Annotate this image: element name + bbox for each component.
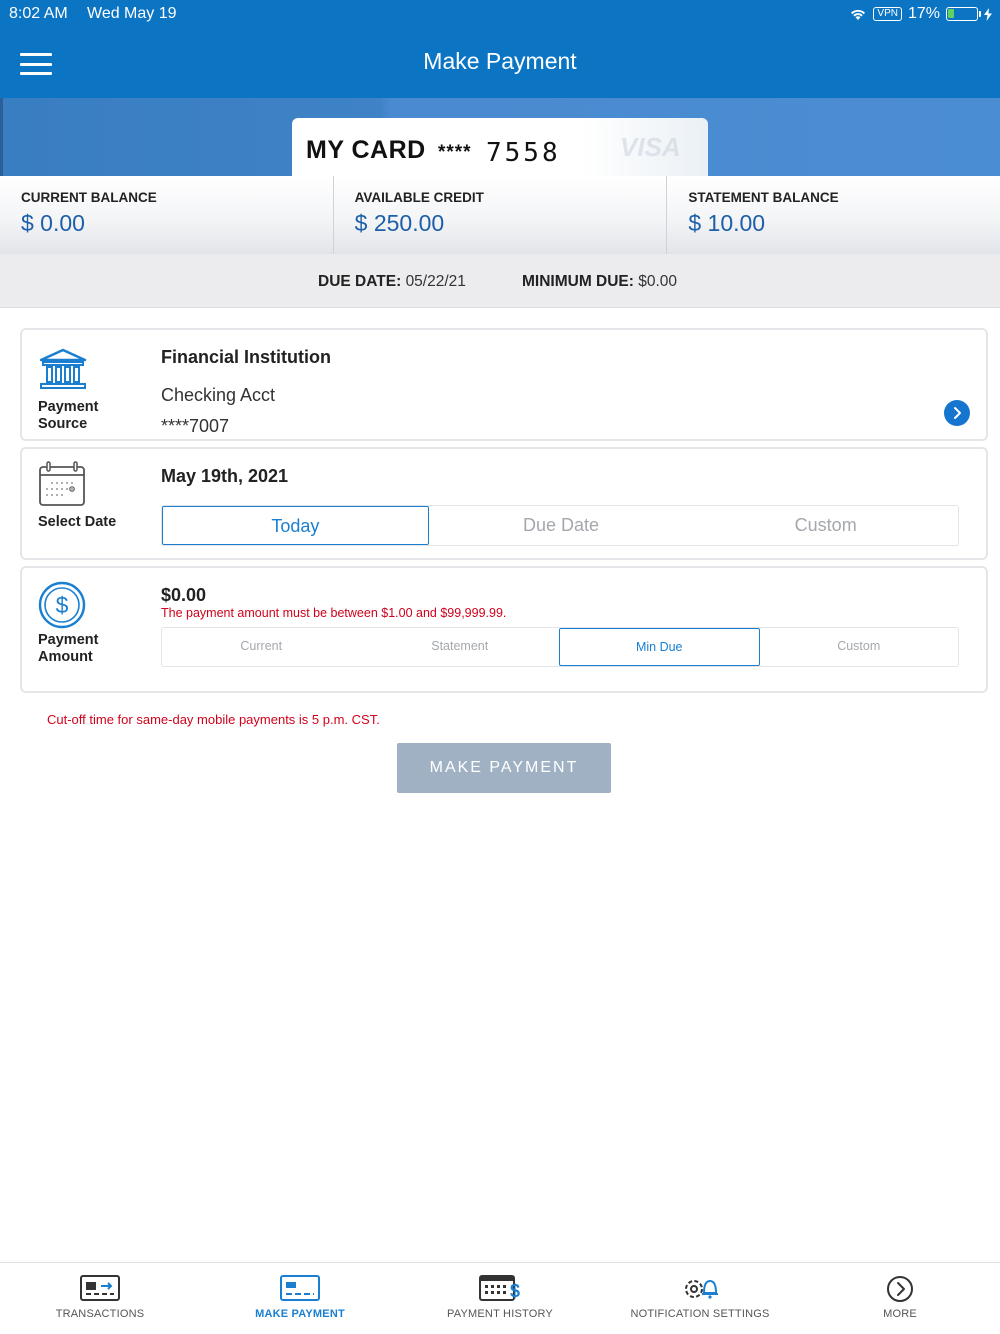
amount-option-min-due[interactable]: Min Due xyxy=(559,628,760,666)
payment-amount-error: The payment amount must be between $1.00… xyxy=(161,606,507,620)
tab-more[interactable]: MORE xyxy=(800,1263,1000,1334)
date-option-due-date[interactable]: Due Date xyxy=(429,506,694,545)
amount-option-custom[interactable]: Custom xyxy=(760,628,959,666)
card-image: MY CARD **** 7558 VISA xyxy=(292,118,708,176)
minimum-due-label: MINIMUM DUE: xyxy=(522,273,634,290)
tab-notification-settings-label: NOTIFICATION SETTINGS xyxy=(630,1308,770,1320)
card-banner: MY CARD **** 7558 VISA xyxy=(0,98,1000,176)
tab-payment-history-label: PAYMENT HISTORY xyxy=(447,1308,553,1320)
tab-transactions[interactable]: TRANSACTIONS xyxy=(0,1263,200,1334)
amount-option-group: Current Statement Min Due Custom xyxy=(161,627,959,667)
wifi-icon xyxy=(851,9,866,20)
tab-more-label: MORE xyxy=(883,1308,917,1320)
current-balance-value: $ 0.00 xyxy=(21,210,85,236)
payment-source-caption: Payment Source xyxy=(38,399,99,432)
card-network-watermark: VISA xyxy=(620,132,681,162)
battery-icon xyxy=(946,7,981,21)
page-title: Make Payment xyxy=(423,48,577,74)
make-payment-button[interactable]: MAKE PAYMENT xyxy=(397,743,611,793)
app-header: 8:02 AM Wed May 19 VPN 17% Make Payment xyxy=(0,0,1000,98)
payment-source-panel[interactable]: Payment Source Financial Institution Che… xyxy=(20,328,988,441)
tab-make-payment-label: MAKE PAYMENT xyxy=(255,1308,345,1320)
amount-option-current[interactable]: Current xyxy=(162,628,361,666)
due-date-label: DUE DATE: xyxy=(318,273,402,290)
status-date: Wed May 19 xyxy=(87,5,177,22)
date-option-today[interactable]: Today xyxy=(162,506,429,545)
status-indicators: VPN 17% xyxy=(849,5,992,23)
payment-amount-panel: $ Payment Amount $0.00 The payment amoun… xyxy=(20,566,988,693)
minimum-due: MINIMUM DUE: $0.00 xyxy=(522,273,677,291)
available-credit-value: $ 250.00 xyxy=(354,210,445,236)
cutoff-notice: Cut-off time for same-day mobile payment… xyxy=(47,712,380,727)
charging-bolt-icon xyxy=(984,7,992,21)
notification-settings-icon xyxy=(685,1279,718,1299)
available-credit: AVAILABLE CREDIT $ 250.00 xyxy=(334,176,668,254)
account-type: Checking Acct xyxy=(161,385,276,405)
transactions-icon xyxy=(80,1275,120,1301)
statement-balance-value: $ 10.00 xyxy=(688,210,766,236)
card-mask: **** xyxy=(438,142,472,163)
due-date: DUE DATE: 05/22/21 xyxy=(318,273,466,291)
statement-balance: STATEMENT BALANCE $ 10.00 xyxy=(667,176,1000,254)
selected-date: May 19th, 2021 xyxy=(161,466,289,486)
tab-transactions-label: TRANSACTIONS xyxy=(55,1308,145,1320)
card-name: MY CARD xyxy=(306,136,426,164)
due-date-value: 05/22/21 xyxy=(405,273,466,290)
amount-option-statement[interactable]: Statement xyxy=(361,628,560,666)
select-date-panel: Select Date May 19th, 2021 Today Due Dat… xyxy=(20,447,988,560)
date-option-group: Today Due Date Custom xyxy=(161,505,959,546)
payment-history-icon: $ xyxy=(479,1275,520,1301)
current-balance-label: CURRENT BALANCE xyxy=(21,190,157,205)
statement-balance-label: STATEMENT BALANCE xyxy=(688,190,839,205)
select-date-caption: Select Date xyxy=(38,514,117,530)
available-credit-label: AVAILABLE CREDIT xyxy=(354,190,484,205)
tab-notification-settings[interactable]: NOTIFICATION SETTINGS xyxy=(600,1263,800,1334)
tab-payment-history[interactable]: $ PAYMENT HISTORY xyxy=(400,1263,600,1334)
svg-text:$: $ xyxy=(56,592,69,618)
more-chevron-icon xyxy=(887,1276,913,1302)
current-balance: CURRENT BALANCE $ 0.00 xyxy=(0,176,334,254)
calendar-icon xyxy=(39,461,85,506)
tab-make-payment[interactable]: MAKE PAYMENT xyxy=(200,1263,400,1334)
payment-amount-value: $0.00 xyxy=(161,585,207,605)
balance-summary: CURRENT BALANCE $ 0.00 AVAILABLE CREDIT … xyxy=(0,176,1000,254)
minimum-due-value: $0.00 xyxy=(638,273,678,290)
date-option-custom[interactable]: Custom xyxy=(693,506,958,545)
account-number: ****7007 xyxy=(161,416,230,436)
tab-bar: TRANSACTIONS MAKE PAYMENT $ PAYMENT HIST… xyxy=(0,1262,1000,1334)
institution-name: Financial Institution xyxy=(161,347,331,367)
battery-percent: 17% xyxy=(907,5,940,22)
card-payment-icon xyxy=(280,1275,320,1301)
chevron-right-icon[interactable] xyxy=(944,400,970,426)
svg-text:$: $ xyxy=(510,1281,520,1301)
bank-icon xyxy=(39,348,87,389)
payment-amount-caption: Payment Amount xyxy=(38,632,99,665)
card-last4: 7558 xyxy=(486,138,561,168)
vpn-badge: VPN xyxy=(873,7,902,21)
status-time: 8:02 AM xyxy=(9,5,68,22)
status-bar: 8:02 AM Wed May 19 VPN 17% xyxy=(0,0,1000,28)
due-info-row: DUE DATE: 05/22/21 MINIMUM DUE: $0.00 xyxy=(0,254,1000,308)
dollar-icon: $ xyxy=(38,581,86,629)
